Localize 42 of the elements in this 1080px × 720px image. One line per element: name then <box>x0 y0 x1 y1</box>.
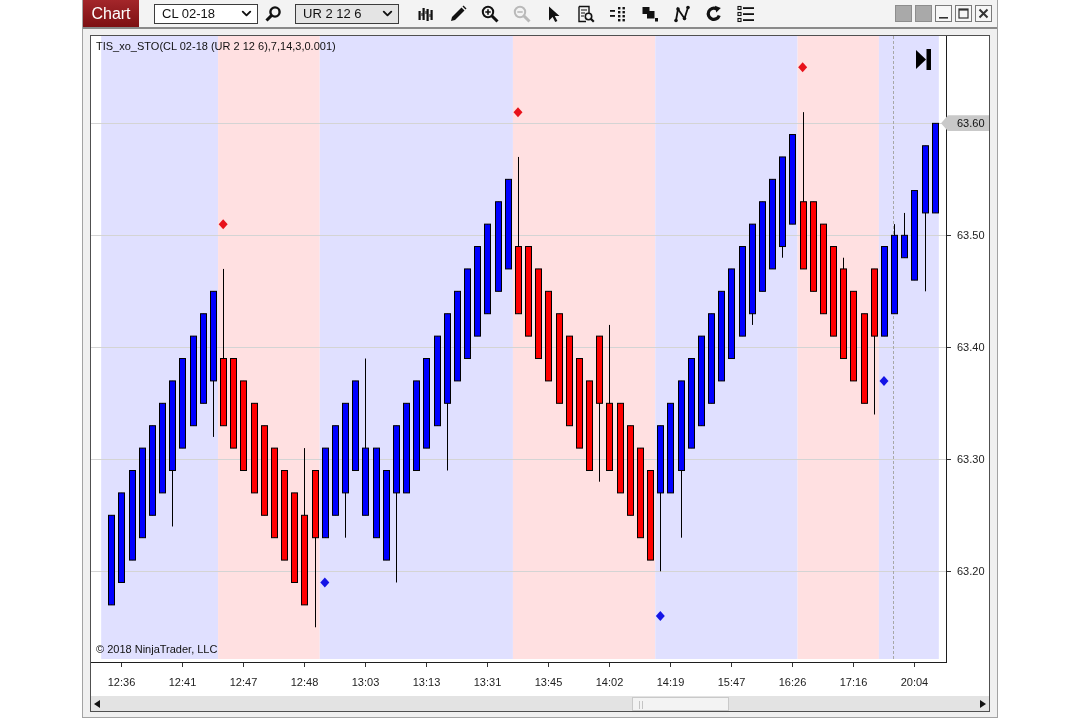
maximize-icon[interactable] <box>955 5 972 22</box>
list-icon[interactable] <box>737 4 755 23</box>
scrollbar-thumb[interactable] <box>632 697 729 711</box>
stacked-squares-icon[interactable] <box>641 4 659 23</box>
dotted-columns-icon[interactable] <box>609 4 627 23</box>
document-search-icon[interactable] <box>577 4 595 23</box>
time-axis-label: 12:41 <box>168 676 197 689</box>
time-axis-label: 12:47 <box>229 676 258 689</box>
time-axis-label: 13:13 <box>412 676 441 689</box>
time-axis-label: 20:04 <box>900 676 929 689</box>
close-icon[interactable] <box>975 5 992 22</box>
time-axis-label: 12:36 <box>107 676 136 689</box>
pencil-icon[interactable] <box>449 4 467 23</box>
indicator-label: TIS_xo_STO(CL 02-18 (UR 2 12 6),7,14,3,0.001) <box>96 40 336 52</box>
time-axis-label: 14:19 <box>656 676 685 689</box>
price-axis-label: 63.50 <box>957 228 985 242</box>
price-axis-label: 63.30 <box>957 452 985 466</box>
skip-to-end-icon[interactable] <box>916 49 931 70</box>
time-axis-label: 14:02 <box>595 676 624 689</box>
minimize-icon[interactable] <box>935 5 952 22</box>
time-axis-label: 13:31 <box>473 676 502 689</box>
up-candle <box>901 212 908 259</box>
line-nodes-icon[interactable] <box>673 4 691 23</box>
time-axis-label: 13:03 <box>351 676 380 689</box>
caret-left-icon[interactable] <box>94 699 100 708</box>
chart-title-button[interactable]: Chart <box>83 0 139 27</box>
time-axis-label: 15:47 <box>717 676 746 689</box>
instrument-dropdown[interactable]: CL 02-18 <box>154 3 258 24</box>
time-axis-label: 17:16 <box>839 676 868 689</box>
time-axis-label: 12:48 <box>290 676 319 689</box>
horizontal-scrollbar[interactable] <box>91 696 989 711</box>
price-axis-label: 63.20 <box>957 564 985 578</box>
copyright-text: © 2018 NinjaTrader, LLC <box>96 643 218 655</box>
caret-right-icon[interactable] <box>980 699 986 708</box>
zoom-in-icon[interactable] <box>481 4 499 23</box>
search-icon[interactable] <box>264 4 282 23</box>
time-axis-label: 16:26 <box>778 676 807 689</box>
time-axis-label: 13:45 <box>534 676 563 689</box>
last-price-tag: 63.60 <box>941 115 989 132</box>
circular-arrow-icon[interactable] <box>705 4 723 23</box>
price-axis-label: 63.40 <box>957 340 985 354</box>
bar-type-dropdown[interactable]: UR 2 12 6 <box>295 3 399 24</box>
